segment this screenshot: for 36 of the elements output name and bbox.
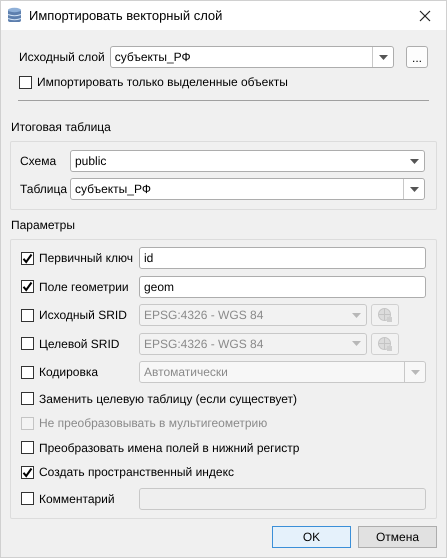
schema-dropdown[interactable]: public — [70, 150, 425, 172]
checkbox-label: Заменить целевую таблицу (если существует) — [39, 392, 298, 406]
window-title: Импортировать векторный слой — [29, 8, 224, 23]
ok-button[interactable]: OK — [272, 526, 351, 548]
cancel-button[interactable]: Отмена — [358, 526, 437, 548]
checkbox-label: Кодировка — [39, 365, 98, 379]
dropdown-arrow-icon[interactable] — [378, 54, 388, 60]
checkbox[interactable] — [21, 392, 34, 405]
checkbox-label: Поле геометрии — [39, 280, 129, 294]
checkbox-label: Создать пространственный индекс — [39, 465, 234, 479]
field-label: Таблица — [20, 182, 65, 196]
checkbox[interactable] — [21, 466, 34, 478]
checkbox-label: Целевой SRID — [39, 336, 120, 350]
text-field[interactable]: geom — [139, 276, 426, 298]
checkbox-label: Не преобразовывать в мультигеометрию — [39, 416, 268, 430]
checkbox[interactable] — [21, 280, 34, 293]
database-icon — [7, 7, 22, 24]
field-label: Схема — [20, 154, 58, 168]
layer-dropdown[interactable]: субъекты_РФ — [110, 46, 394, 68]
checkbox-label: Преобразовать имена полей в нижний регистр — [39, 440, 300, 454]
checkbox-label: Комментарий — [39, 492, 115, 506]
text-field[interactable]: id — [139, 247, 426, 269]
close-icon[interactable] — [419, 10, 431, 22]
checkbox[interactable] — [21, 252, 34, 264]
checkbox-label: Импортировать только выделенные объекты — [37, 75, 288, 89]
checkbox-label: Исходный SRID — [39, 308, 127, 322]
table-dropdown[interactable]: субъекты_РФ — [70, 178, 425, 200]
group-title: Параметры — [11, 218, 76, 232]
dropdown-arrow-icon[interactable] — [410, 186, 418, 192]
group-title: Итоговая таблица — [11, 120, 112, 134]
dropdown-arrow-icon[interactable] — [410, 158, 418, 164]
browse-button[interactable]: ... — [406, 46, 428, 68]
checkbox[interactable] — [21, 441, 34, 454]
field-label: Исходный слой — [19, 50, 105, 64]
checkbox-label: Первичный ключ — [39, 251, 133, 265]
checkbox[interactable] — [19, 76, 32, 88]
